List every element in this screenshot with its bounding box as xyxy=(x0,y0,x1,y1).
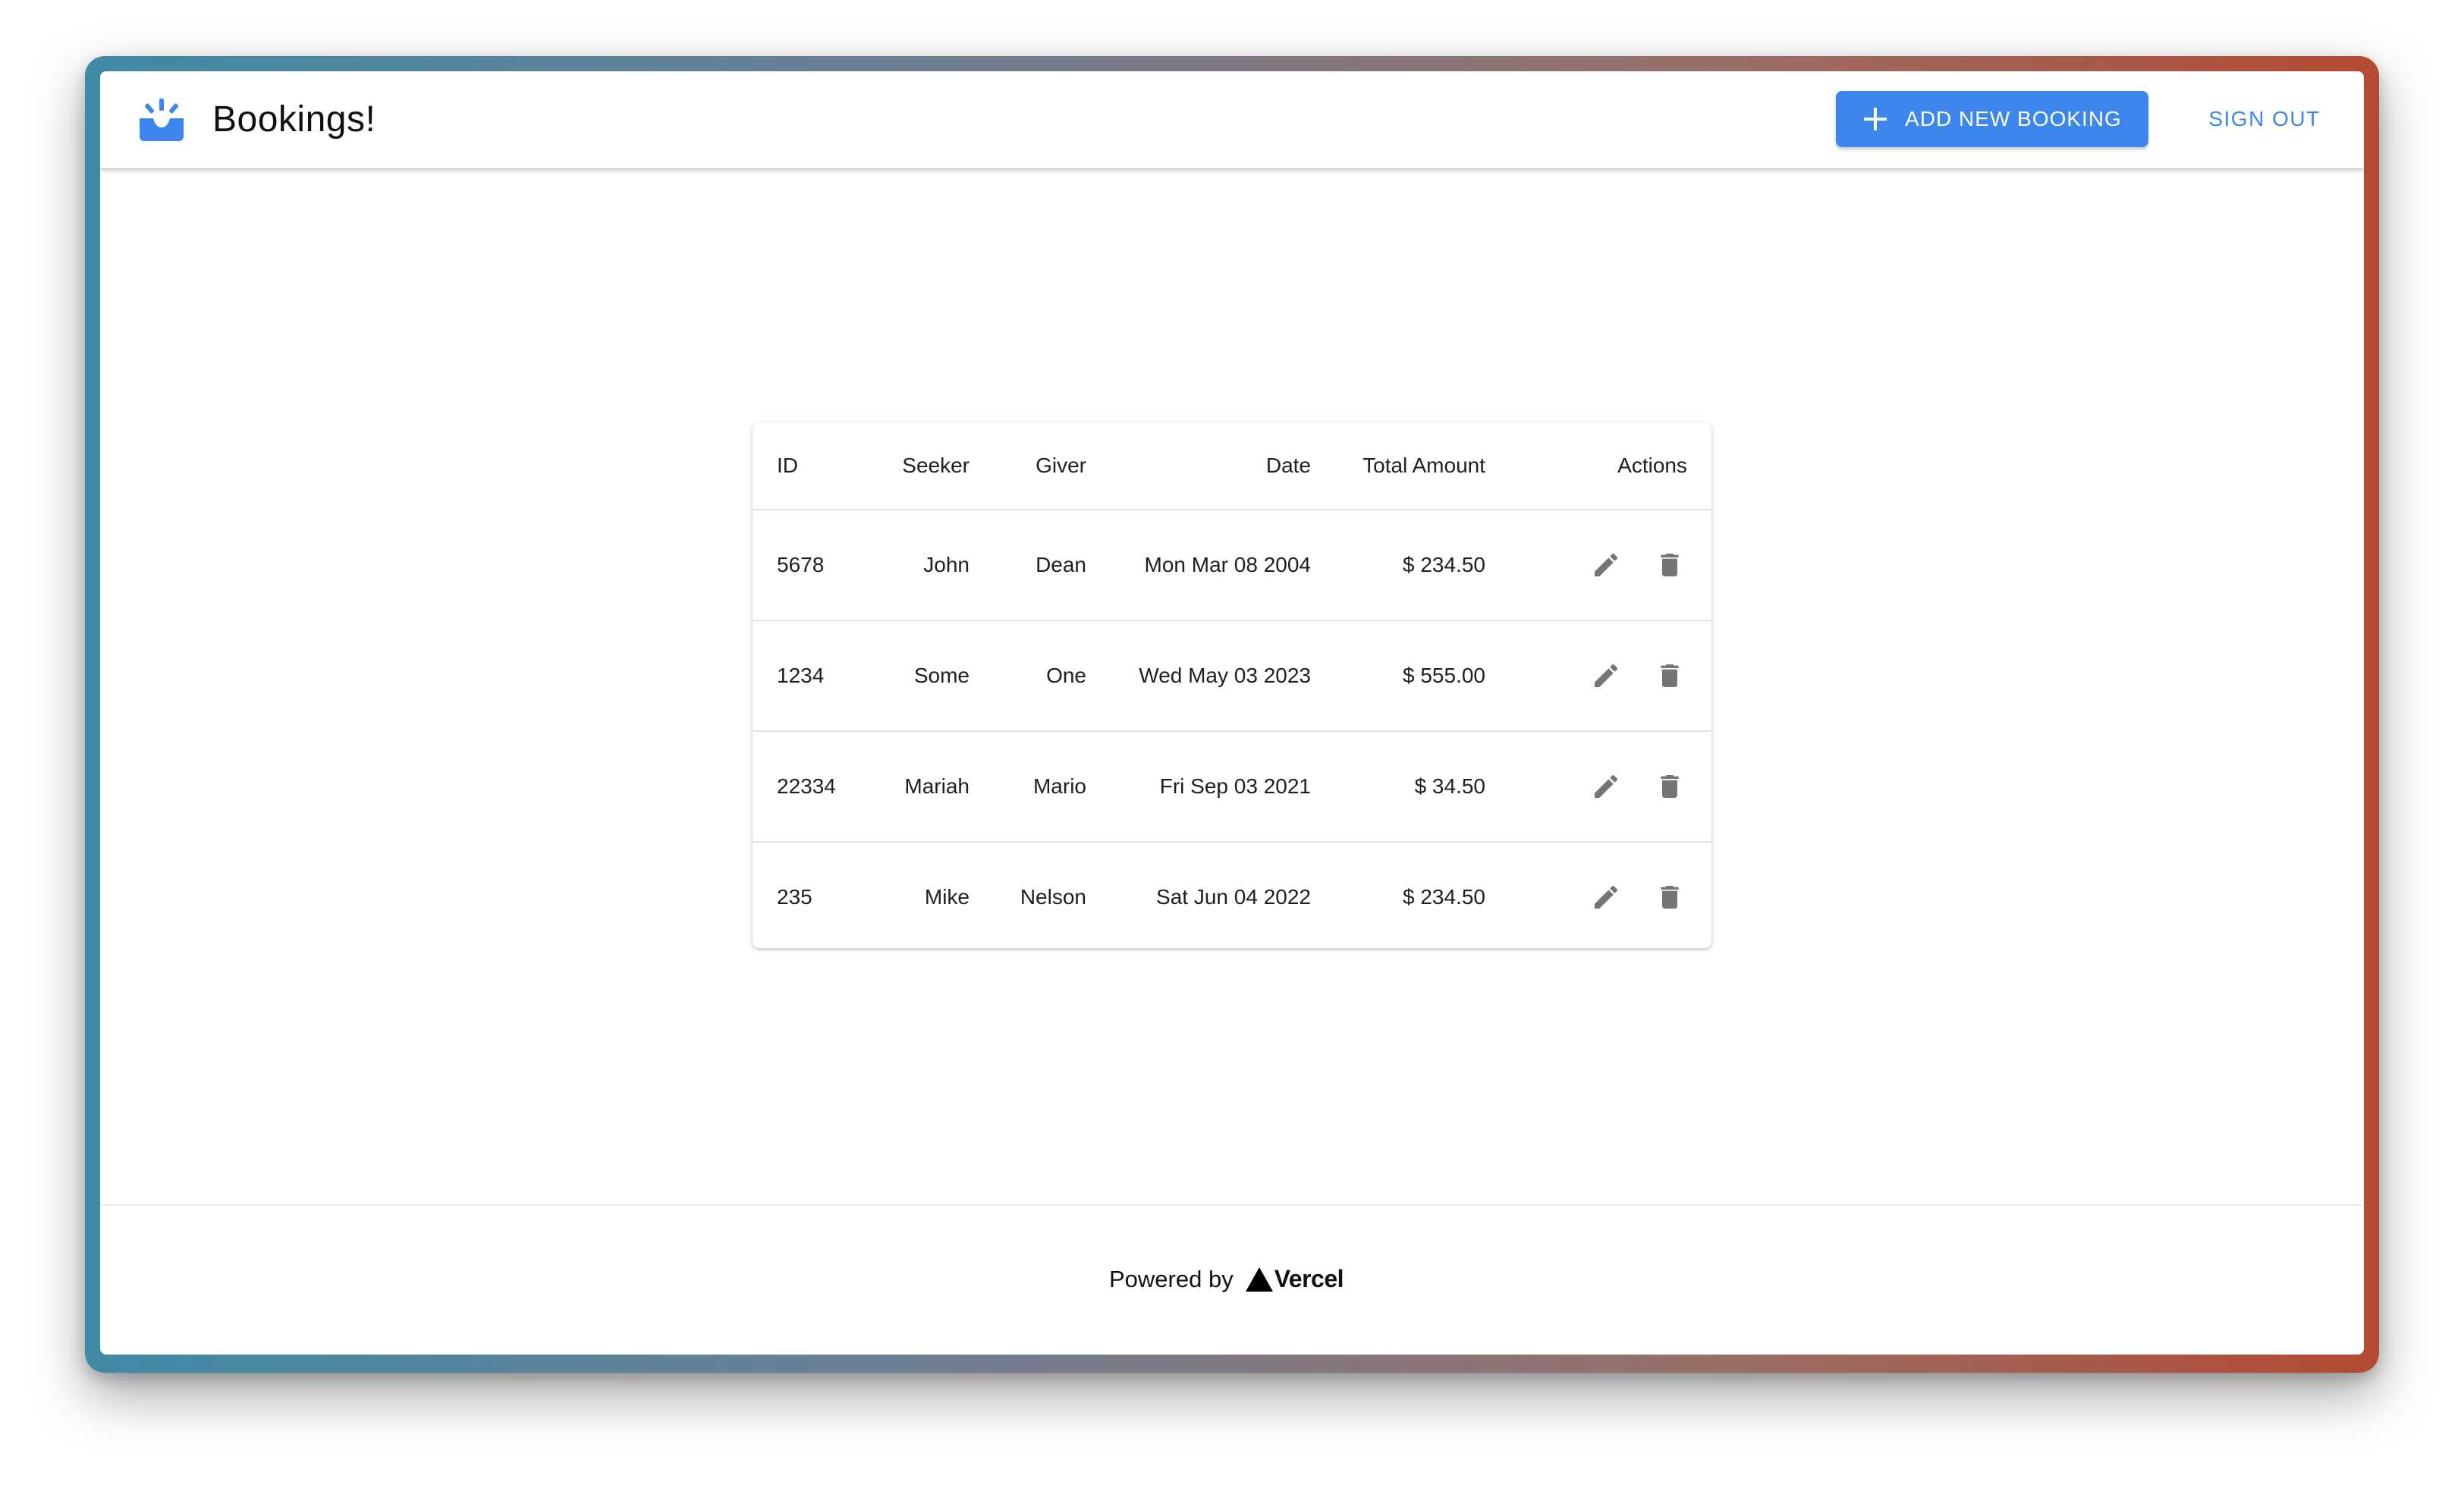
bookings-table: ID Seeker Giver Date Total Amount Action… xyxy=(753,422,1711,952)
bookings-table-card: ID Seeker Giver Date Total Amount Action… xyxy=(753,422,1711,948)
cell-date: Sat Jun 04 2022 xyxy=(1156,885,1311,909)
cell-id: 22334 xyxy=(753,731,875,843)
row-actions xyxy=(1589,658,1687,693)
row-actions xyxy=(1589,548,1687,582)
cell-giver: One xyxy=(970,620,1086,732)
window-frame: Bookings! ADD NEW BOOKING SIGN OUT ID Se… xyxy=(85,56,2379,1373)
footer: Powered by Vercel xyxy=(100,1204,2364,1355)
cell-seeker: Mike xyxy=(924,885,970,909)
cell-actions xyxy=(1485,620,1711,732)
table-header-row: ID Seeker Giver Date Total Amount Action… xyxy=(753,422,1711,510)
app-window: Bookings! ADD NEW BOOKING SIGN OUT ID Se… xyxy=(100,71,2364,1355)
delete-icon[interactable] xyxy=(1652,769,1687,804)
column-header-date: Date xyxy=(1086,422,1311,510)
app-bar: Bookings! ADD NEW BOOKING SIGN OUT xyxy=(100,71,2364,168)
delete-icon[interactable] xyxy=(1652,658,1687,693)
cell-id: 235 xyxy=(777,885,812,909)
cell-date: Mon Mar 08 2004 xyxy=(1086,510,1311,621)
inbox-icon xyxy=(140,99,184,141)
vercel-triangle-icon xyxy=(1245,1267,1273,1292)
edit-icon[interactable] xyxy=(1589,769,1623,804)
cell-id: 1234 xyxy=(753,620,875,732)
delete-icon[interactable] xyxy=(1652,548,1687,582)
cell-seeker: Mariah xyxy=(875,731,970,843)
cell-giver: Nelson xyxy=(1020,885,1086,909)
app-title: Bookings! xyxy=(212,99,376,140)
column-header-seeker: Seeker xyxy=(875,422,970,510)
cell-seeker: John xyxy=(875,510,970,621)
edit-icon[interactable] xyxy=(1589,548,1623,582)
cell-giver: Dean xyxy=(970,510,1086,621)
row-actions xyxy=(1589,769,1687,804)
cell-giver: Mario xyxy=(970,731,1086,843)
cell-total-amount: $ 555.00 xyxy=(1311,620,1485,732)
column-header-giver: Giver xyxy=(970,422,1086,510)
column-header-id: ID xyxy=(753,422,875,510)
table-row: 5678 John Dean Mon Mar 08 2004 $ 234.50 xyxy=(753,510,1711,621)
add-new-booking-button[interactable]: ADD NEW BOOKING xyxy=(1836,91,2148,147)
cell-total-amount: $ 234.50 xyxy=(1311,510,1485,621)
edit-icon[interactable] xyxy=(1589,658,1623,693)
vercel-logo-link[interactable]: Vercel xyxy=(1245,1265,1344,1293)
table-row: 235 Mike Nelson Sat Jun 04 2022 $ 234.50 xyxy=(753,842,1711,952)
vercel-wordmark: Vercel xyxy=(1274,1265,1344,1292)
cell-total-amount: $ 34.50 xyxy=(1311,731,1485,843)
cell-total-amount: $ 234.50 xyxy=(1403,885,1485,909)
cell-actions xyxy=(1485,842,1711,952)
table-row: 22334 Mariah Mario Fri Sep 03 2021 $ 34.… xyxy=(753,731,1711,843)
powered-by: Powered by Vercel xyxy=(1109,1265,1344,1293)
column-header-total-amount: Total Amount xyxy=(1311,422,1485,510)
sign-out-button[interactable]: SIGN OUT xyxy=(2192,91,2337,147)
powered-by-label: Powered by xyxy=(1109,1265,1234,1292)
cell-id: 5678 xyxy=(753,510,875,621)
plus-icon xyxy=(1864,108,1887,130)
table-row: 1234 Some One Wed May 03 2023 $ 555.00 xyxy=(753,620,1711,732)
cell-date: Wed May 03 2023 xyxy=(1086,620,1311,732)
row-actions xyxy=(1589,880,1687,915)
add-new-booking-label: ADD NEW BOOKING xyxy=(1905,107,2122,130)
column-header-actions: Actions xyxy=(1485,422,1711,510)
cell-seeker: Some xyxy=(875,620,970,732)
cell-actions xyxy=(1485,731,1711,843)
cell-actions xyxy=(1485,510,1711,621)
delete-icon[interactable] xyxy=(1652,880,1687,915)
edit-icon[interactable] xyxy=(1589,880,1623,915)
cell-date: Fri Sep 03 2021 xyxy=(1086,731,1311,843)
